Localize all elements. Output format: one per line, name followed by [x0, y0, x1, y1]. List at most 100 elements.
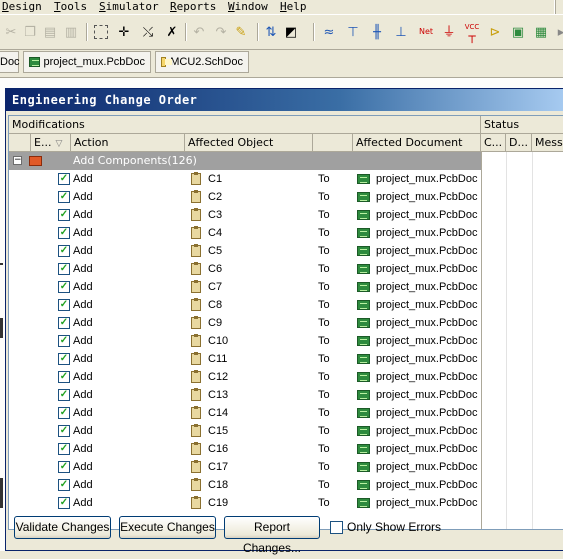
- table-row[interactable]: ✓ Add C15 To project_mux.PcbDoc: [9, 422, 481, 440]
- affected-document-cell: project_mux.PcbDoc: [376, 353, 478, 365]
- collapse-icon[interactable]: −: [13, 156, 22, 165]
- cross-probe-icon[interactable]: ⤯: [139, 23, 157, 41]
- column-header-enable[interactable]: E... ▽: [31, 134, 71, 152]
- table-row[interactable]: ✓ Add C6 To project_mux.PcbDoc: [9, 260, 481, 278]
- toolbar-overflow-icon[interactable]: ▸: [552, 23, 563, 41]
- table-row[interactable]: ✓ Add C18 To project_mux.PcbDoc: [9, 476, 481, 494]
- enable-checkbox[interactable]: ✓: [58, 371, 70, 383]
- net-label-icon[interactable]: ⊥: [392, 23, 410, 41]
- update-icon[interactable]: ⇅: [262, 23, 280, 41]
- menu-tools[interactable]: Tools: [54, 0, 87, 14]
- column-header-affected-object[interactable]: Affected Object: [185, 134, 313, 152]
- table-row[interactable]: ✓ Add C19 To project_mux.PcbDoc: [9, 494, 481, 512]
- table-row[interactable]: ✓ Add C7 To project_mux.PcbDoc: [9, 278, 481, 296]
- net-icon[interactable]: Net: [416, 23, 436, 41]
- table-row[interactable]: ✓ Add C9 To project_mux.PcbDoc: [9, 314, 481, 332]
- validate-changes-button[interactable]: Validate Changes: [14, 516, 111, 539]
- pcb-doc-icon: [357, 390, 370, 400]
- sheet-symbol-icon[interactable]: ▦: [532, 23, 550, 41]
- report-changes-button[interactable]: Report Changes...: [224, 516, 320, 555]
- bus-icon[interactable]: ⊤: [344, 23, 362, 41]
- only-show-errors-checkbox[interactable]: [330, 521, 343, 534]
- pcb-doc-icon: [357, 336, 370, 346]
- enable-checkbox[interactable]: ✓: [58, 299, 70, 311]
- action-cell: Add: [73, 407, 93, 419]
- table-row[interactable]: ✓ Add C17 To project_mux.PcbDoc: [9, 458, 481, 476]
- paste-special-icon[interactable]: ▥: [62, 23, 80, 41]
- clear-selection-icon[interactable]: ✗: [163, 23, 181, 41]
- table-row[interactable]: ✓ Add C5 To project_mux.PcbDoc: [9, 242, 481, 260]
- enable-checkbox[interactable]: ✓: [58, 479, 70, 491]
- table-row[interactable]: ✓ Add C16 To project_mux.PcbDoc: [9, 440, 481, 458]
- enable-checkbox[interactable]: ✓: [58, 353, 70, 365]
- pcb-doc-icon: [357, 426, 370, 436]
- copy-icon[interactable]: ❐: [21, 23, 39, 41]
- menu-simulator[interactable]: Simulator: [99, 0, 159, 14]
- enable-checkbox[interactable]: ✓: [58, 335, 70, 347]
- menubar-grip[interactable]: [554, 0, 563, 14]
- component-icon: [191, 388, 201, 401]
- browse-icon[interactable]: ◩: [282, 23, 300, 41]
- table-row[interactable]: ✓ Add C1 To project_mux.PcbDoc: [9, 170, 481, 188]
- menu-design[interactable]: Design: [2, 0, 42, 14]
- table-row[interactable]: ✓ Add C13 To project_mux.PcbDoc: [9, 386, 481, 404]
- column-header-check[interactable]: C...: [481, 134, 506, 152]
- undo-icon[interactable]: ↶: [190, 23, 208, 41]
- column-header-action[interactable]: Action: [71, 134, 185, 152]
- enable-checkbox[interactable]: ✓: [58, 263, 70, 275]
- enable-checkbox[interactable]: ✓: [58, 407, 70, 419]
- part-icon[interactable]: ▣: [509, 23, 527, 41]
- menu-reports[interactable]: Reports: [170, 0, 216, 14]
- table-row[interactable]: ✓ Add C10 To project_mux.PcbDoc: [9, 332, 481, 350]
- enable-checkbox[interactable]: ✓: [58, 173, 70, 185]
- dialog-titlebar[interactable]: Engineering Change Order: [6, 89, 563, 111]
- table-row[interactable]: ✓ Add C12 To project_mux.PcbDoc: [9, 368, 481, 386]
- move-icon[interactable]: ✛: [115, 23, 133, 41]
- select-area-icon[interactable]: [92, 23, 110, 41]
- edit-icon[interactable]: ✎: [232, 23, 250, 41]
- enable-checkbox[interactable]: ✓: [58, 443, 70, 455]
- pcb-doc-icon: [357, 444, 370, 454]
- menu-window[interactable]: Window: [228, 0, 268, 14]
- enable-checkbox[interactable]: ✓: [58, 461, 70, 473]
- table-row[interactable]: ✓ Add C11 To project_mux.PcbDoc: [9, 350, 481, 368]
- table-row[interactable]: ✓ Add C3 To project_mux.PcbDoc: [9, 206, 481, 224]
- enable-checkbox[interactable]: ✓: [58, 227, 70, 239]
- menu-help[interactable]: Help: [280, 0, 307, 14]
- only-show-errors-label[interactable]: Only Show Errors: [347, 519, 441, 535]
- table-row[interactable]: ✓ Add C14 To project_mux.PcbDoc: [9, 404, 481, 422]
- group-row-add-components[interactable]: − Add Components(126): [9, 152, 481, 170]
- vcc-icon[interactable]: VCC ┬: [462, 23, 482, 42]
- column-header-affected-document[interactable]: Affected Document: [353, 134, 481, 152]
- enable-checkbox[interactable]: ✓: [58, 191, 70, 203]
- execute-changes-button[interactable]: Execute Changes: [119, 516, 216, 539]
- tab-mcu2-schdoc[interactable]: MCU2.SchDoc: [155, 51, 249, 73]
- tab-doc[interactable]: Doc: [0, 51, 20, 73]
- pcb-doc-icon: [357, 354, 370, 364]
- tab-project-mux-pcbdoc[interactable]: project_mux.PcbDoc: [23, 51, 151, 73]
- enable-checkbox[interactable]: ✓: [58, 317, 70, 329]
- column-header-message[interactable]: Message: [532, 134, 563, 152]
- paste-icon[interactable]: ▤: [41, 23, 59, 41]
- redo-icon[interactable]: ↷: [212, 23, 230, 41]
- wire-icon[interactable]: ≈: [320, 23, 338, 41]
- enable-checkbox[interactable]: ✓: [58, 245, 70, 257]
- modifications-grid[interactable]: Modifications Status E... ▽ Action Affect…: [8, 115, 563, 530]
- table-row[interactable]: ✓ Add C8 To project_mux.PcbDoc: [9, 296, 481, 314]
- table-row[interactable]: ✓ Add C2 To project_mux.PcbDoc: [9, 188, 481, 206]
- enable-checkbox[interactable]: ✓: [58, 389, 70, 401]
- enable-checkbox[interactable]: ✓: [58, 209, 70, 221]
- cut-icon[interactable]: ✂: [2, 23, 20, 41]
- port-icon[interactable]: ⊳: [486, 23, 504, 41]
- filter-icon[interactable]: ▽: [55, 139, 62, 149]
- bus-entry-icon[interactable]: ╫: [368, 23, 386, 41]
- enable-checkbox[interactable]: ✓: [58, 281, 70, 293]
- to-cell: To: [318, 407, 330, 419]
- column-header-tree[interactable]: [9, 134, 31, 152]
- column-header-done[interactable]: D...: [506, 134, 532, 152]
- enable-checkbox[interactable]: ✓: [58, 497, 70, 509]
- enable-checkbox[interactable]: ✓: [58, 425, 70, 437]
- column-header-to[interactable]: [313, 134, 353, 152]
- ground-icon[interactable]: ⏚: [440, 23, 458, 41]
- table-row[interactable]: ✓ Add C4 To project_mux.PcbDoc: [9, 224, 481, 242]
